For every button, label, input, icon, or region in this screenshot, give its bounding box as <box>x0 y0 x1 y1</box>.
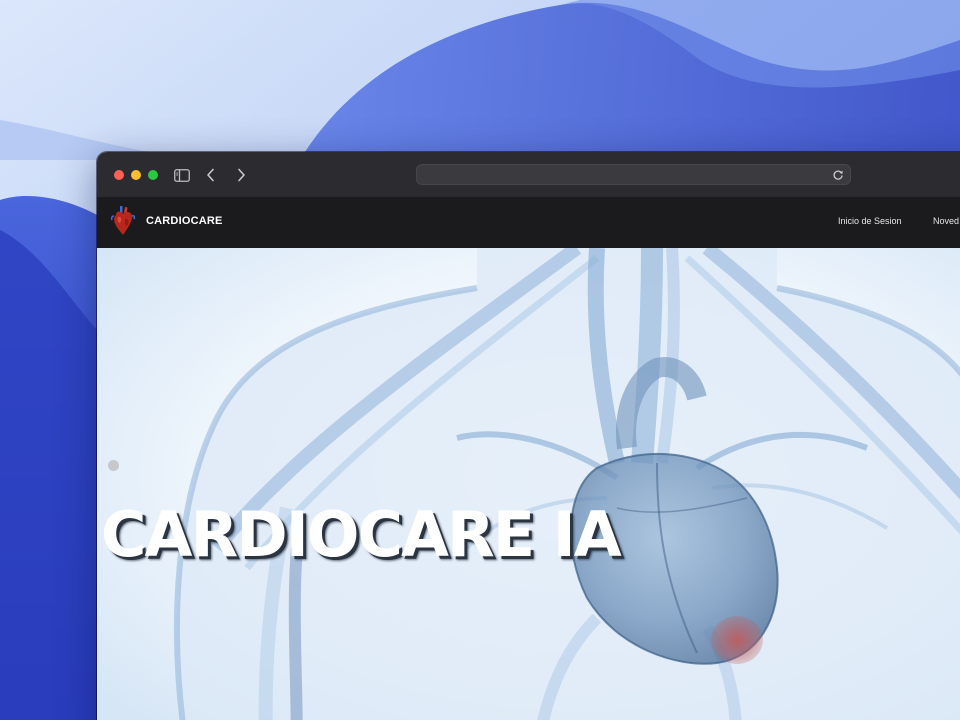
zoom-window-button[interactable] <box>148 170 158 180</box>
site-navbar: CARDIOCARE Inicio de Sesion Noved <box>97 197 960 248</box>
nav-link-news[interactable]: Noved <box>933 216 959 226</box>
minimize-window-button[interactable] <box>131 170 141 180</box>
chevron-left-icon[interactable] <box>203 164 219 186</box>
brand-name[interactable]: CARDIOCARE <box>146 215 223 227</box>
nav-link-login[interactable]: Inicio de Sesion <box>838 216 902 226</box>
browser-titlebar <box>97 152 960 198</box>
close-window-button[interactable] <box>114 170 124 180</box>
hero-title: CARDIOCARE IA <box>101 498 622 571</box>
browser-window: CARDIOCARE Inicio de Sesion Noved CARDIO… <box>97 152 960 720</box>
address-bar[interactable] <box>416 164 851 185</box>
desktop: CARDIOCARE Inicio de Sesion Noved CARDIO… <box>0 0 960 720</box>
hero-section: CARDIOCARE IA <box>97 248 960 720</box>
chevron-right-icon[interactable] <box>233 164 249 186</box>
sidebar-icon[interactable] <box>172 164 192 186</box>
carousel-indicator-dot[interactable] <box>108 460 119 471</box>
reload-icon[interactable] <box>832 169 844 181</box>
heart-logo-icon[interactable] <box>109 205 137 239</box>
hero-heart-illustration <box>97 248 960 720</box>
